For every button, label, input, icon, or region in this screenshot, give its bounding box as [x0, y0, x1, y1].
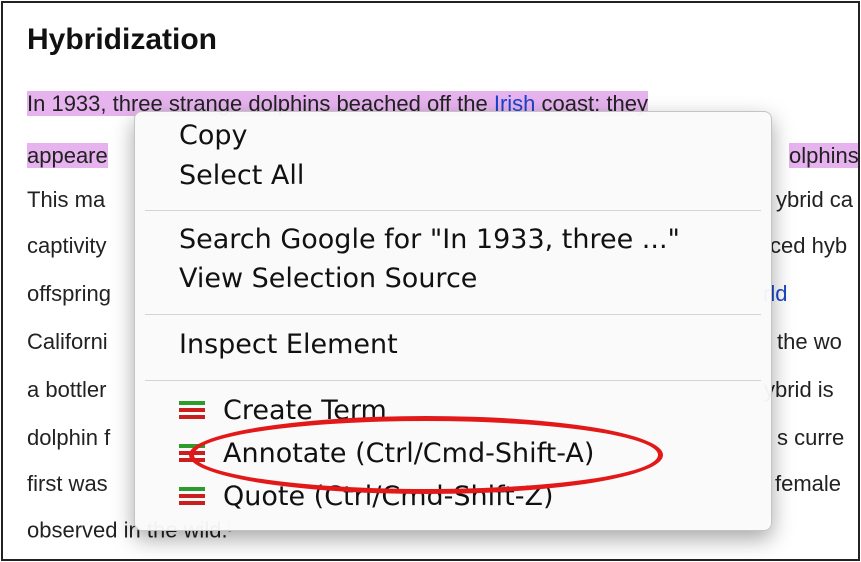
create-term-label: Create Term [223, 395, 387, 426]
annotate-label: Annotate (Ctrl/Cmd-Shift-A) [223, 438, 595, 469]
article-line-3-end: ybrid ca [776, 187, 854, 212]
context-menu: Copy Select All Search Google for "In 19… [134, 111, 772, 531]
article-line-4-end: ced hyb [770, 233, 848, 258]
article-line-4: captivity [27, 233, 107, 258]
extension-icon [179, 444, 205, 466]
menu-separator [145, 380, 761, 381]
article-line-3: This ma [27, 187, 106, 212]
menu-item-copy[interactable]: Copy [179, 120, 248, 151]
menu-item-view-selection-source[interactable]: View Selection Source [179, 263, 477, 294]
article-line-2-end: olphins [789, 143, 859, 168]
section-heading: Hybridization [27, 23, 218, 56]
menu-separator [145, 210, 761, 211]
article-line-8-end: s curre [777, 425, 845, 450]
article-line-8: dolphin f [27, 425, 111, 450]
article-line-7-end: ybrid is [764, 377, 834, 402]
quote-label: Quote (Ctrl/Cmd-Shift-Z) [223, 481, 554, 512]
article-line-2: appeare [27, 143, 108, 168]
extension-icon [179, 401, 205, 423]
menu-item-inspect-element[interactable]: Inspect Element [179, 329, 398, 360]
menu-item-select-all[interactable]: Select All [179, 160, 304, 191]
article-line-9: first was [27, 471, 108, 496]
browser-page: Hybridization In 1933, three strange dol… [1, 1, 860, 561]
article-line-5: offspring [27, 281, 111, 306]
article-line-7: a bottler [27, 377, 107, 402]
article-line-9-end: female [775, 471, 842, 496]
article-line-6: Californi [27, 329, 108, 354]
menu-separator [145, 314, 761, 315]
menu-item-search-google[interactable]: Search Google for "In 1933, three ..." [179, 224, 680, 255]
extension-icon [179, 487, 205, 509]
article-line-6-end: the wo [777, 329, 842, 354]
